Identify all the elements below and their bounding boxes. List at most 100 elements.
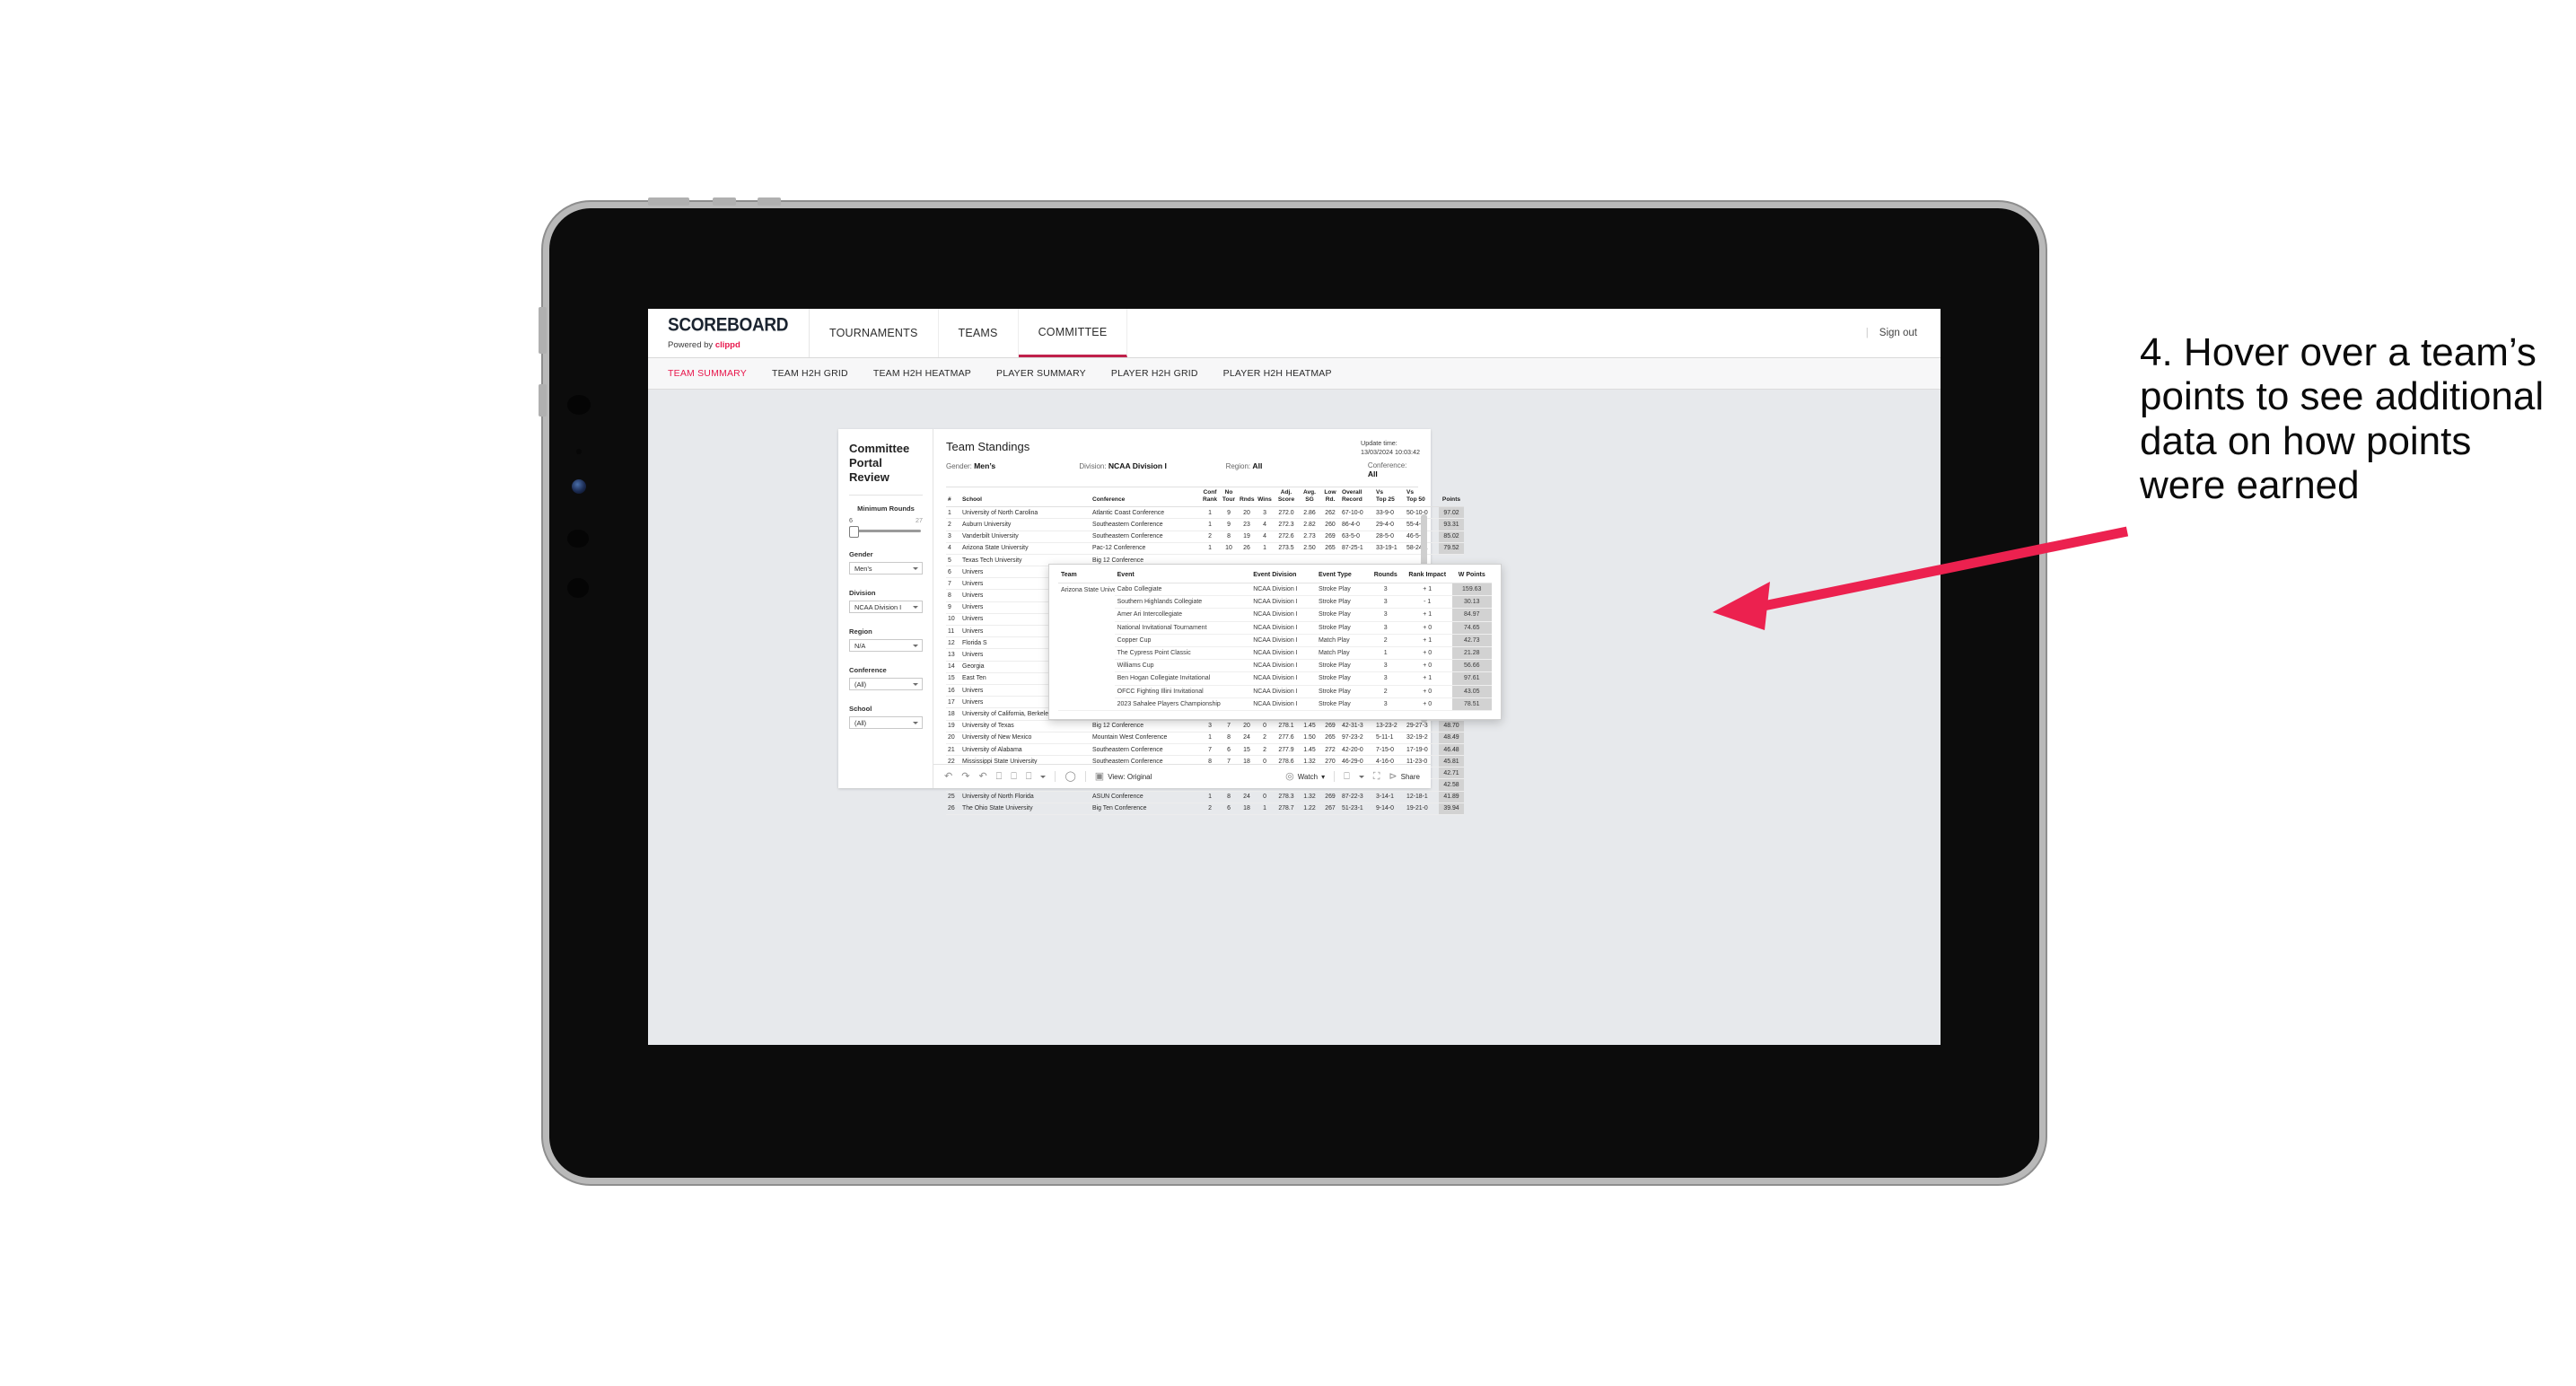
toolbar-divider-1 bbox=[1055, 771, 1056, 782]
standings-col-12[interactable]: Vs Top 50 bbox=[1405, 487, 1439, 508]
table-cell: Big Ten Conference bbox=[1091, 803, 1200, 816]
table-row[interactable]: 21 University of Alabama Southeastern Conf… bbox=[946, 743, 1464, 757]
standings-col-6[interactable]: Wins bbox=[1256, 487, 1274, 508]
device-volume-up-button bbox=[539, 307, 547, 354]
table-cell: 278.3 bbox=[1274, 791, 1299, 803]
table-cell: 1.22 bbox=[1299, 803, 1320, 816]
table-row[interactable]: 3 Vanderbilt University Southeastern Confe… bbox=[946, 531, 1464, 543]
table-cell: 11 bbox=[946, 625, 960, 638]
refresh-icon[interactable]: ⎕ bbox=[996, 771, 1003, 782]
minimum-rounds-slider[interactable] bbox=[849, 526, 923, 539]
table-cell: 260 bbox=[1320, 518, 1340, 531]
nav-tab-teams[interactable]: TEAMS bbox=[939, 309, 1019, 357]
undo-icon[interactable]: ↶ bbox=[944, 771, 952, 782]
tooltip-team-name: Arizona State University bbox=[1058, 583, 1115, 711]
standings-col-7[interactable]: Adj. Score bbox=[1274, 487, 1299, 508]
visualization-panel: Committee Portal Review Minimum Rounds 6… bbox=[838, 429, 1502, 816]
sub-tab-team-summary[interactable]: TEAM SUMMARY bbox=[668, 368, 747, 379]
view-original-button[interactable]: ▣ View: Original bbox=[1095, 771, 1152, 782]
table-row[interactable]: 19 University of Texas Big 12 Conference 3 7… bbox=[946, 720, 1464, 732]
breadcrumb-gender-label: Gender: bbox=[946, 462, 972, 470]
tooltip-cell: Stroke Play bbox=[1315, 697, 1369, 711]
table-row[interactable]: 20 University of New Mexico Mountain West … bbox=[946, 732, 1464, 744]
tooltip-cell: NCAA Division I bbox=[1250, 634, 1316, 647]
table-cell: 278.1 bbox=[1274, 720, 1299, 732]
tooltip-cell: NCAA Division I bbox=[1250, 671, 1316, 686]
table-cell: 277.9 bbox=[1274, 743, 1299, 757]
table-row[interactable]: 4 Arizona State University Pac-12 Conferen… bbox=[946, 542, 1464, 555]
pause-icon[interactable]: ⎕ bbox=[1011, 771, 1017, 782]
brand-logo[interactable]: SCOREBOARD Powered by clippd bbox=[648, 309, 810, 357]
sensor-dot-icon bbox=[576, 449, 582, 454]
filter-division-select[interactable]: NCAA Division I bbox=[849, 601, 923, 614]
table-row[interactable]: 1 University of North Carolina Atlantic Co… bbox=[946, 506, 1464, 520]
tooltip-cell: Stroke Play bbox=[1315, 583, 1369, 597]
slider-handle[interactable] bbox=[849, 526, 859, 539]
table-cell: 19 bbox=[1238, 531, 1256, 543]
workbook-canvas: Committee Portal Review Minimum Rounds 6… bbox=[648, 390, 1941, 1045]
sub-tab-player-summary[interactable]: PLAYER SUMMARY bbox=[996, 368, 1086, 379]
standings-col-9[interactable]: Low Rd. bbox=[1320, 487, 1340, 508]
standings-col-11[interactable]: Vs Top 25 bbox=[1374, 487, 1405, 508]
standings-col-4[interactable]: No Tour bbox=[1220, 487, 1238, 508]
nav-tab-tournaments[interactable]: TOURNAMENTS bbox=[810, 309, 939, 357]
standings-col-10[interactable]: Overall Record bbox=[1340, 487, 1374, 508]
viz-toolbar: ↶ ↷ ↶ ⎕ ⎕ ⎕ ◯ ▣ View: Original ◎ Watch ▾… bbox=[933, 764, 1431, 788]
sub-tab-player-h2h-grid[interactable]: PLAYER H2H GRID bbox=[1111, 368, 1198, 379]
filter-conference-select[interactable]: (All) bbox=[849, 678, 923, 691]
table-row[interactable]: 2 Auburn University Southeastern Conferenc… bbox=[946, 518, 1464, 531]
fullscreen-icon[interactable]: ⛶ bbox=[1373, 771, 1380, 782]
table-cell: 2.82 bbox=[1299, 518, 1320, 531]
share-button[interactable]: ⊳ Share bbox=[1389, 771, 1420, 782]
view-original-label: View: Original bbox=[1108, 772, 1152, 781]
sub-tab-team-h2h-heatmap[interactable]: TEAM H2H HEATMAP bbox=[873, 368, 971, 379]
sub-tab-player-h2h-heatmap[interactable]: PLAYER H2H HEATMAP bbox=[1223, 368, 1332, 379]
table-cell: Pac-12 Conference bbox=[1091, 542, 1200, 555]
filter-gender-select[interactable]: Men’s bbox=[849, 562, 923, 575]
tooltip-cell: 2 bbox=[1368, 685, 1403, 698]
table-row[interactable]: 26 The Ohio State University Big Ten Confe… bbox=[946, 803, 1464, 816]
download-icon[interactable]: ⎕ bbox=[1344, 771, 1350, 782]
tooltip-cell: - 1 bbox=[1402, 595, 1452, 610]
breadcrumb-region: Region: All bbox=[1226, 461, 1368, 478]
watch-button[interactable]: ◎ Watch ▾ bbox=[1285, 770, 1325, 782]
table-cell: 9 bbox=[1220, 518, 1238, 531]
tooltip-cell: 21.28 bbox=[1451, 646, 1492, 661]
filter-region-select[interactable]: N/A bbox=[849, 639, 923, 653]
tooltip-cell: + 0 bbox=[1402, 646, 1452, 661]
table-cell: The Ohio State University bbox=[960, 803, 1091, 816]
sign-out-link[interactable]: Sign out bbox=[1879, 328, 1917, 338]
table-row[interactable]: 25 University of North Florida ASUN Confer… bbox=[946, 791, 1464, 803]
table-cell: 2 bbox=[946, 518, 960, 531]
revert-icon[interactable]: ↶ bbox=[978, 771, 986, 782]
standings-col-8[interactable]: Avg. SG bbox=[1299, 487, 1320, 508]
standings-col-2[interactable]: Conference bbox=[1091, 487, 1200, 508]
nav-tab-committee[interactable]: COMMITTEE bbox=[1018, 309, 1128, 357]
watch-icon: ◎ bbox=[1285, 770, 1294, 782]
table-cell: 8 bbox=[1220, 531, 1238, 543]
standings-col-0[interactable]: # bbox=[946, 487, 960, 508]
standings-col-3[interactable]: Conf Rank bbox=[1200, 487, 1220, 508]
standings-col-13[interactable]: Points bbox=[1439, 487, 1464, 508]
table-cell: 6 bbox=[1220, 743, 1238, 757]
sub-tab-team-h2h-grid[interactable]: TEAM H2H GRID bbox=[772, 368, 848, 379]
table-cell: 3-14-1 bbox=[1374, 791, 1405, 803]
standings-col-1[interactable]: School bbox=[960, 487, 1091, 508]
filter-school-select[interactable]: (All) bbox=[849, 716, 923, 730]
tooltip-cell: 84.97 bbox=[1451, 608, 1492, 622]
download-caret-icon[interactable] bbox=[1358, 775, 1364, 778]
tooltip-cell: 3 bbox=[1368, 583, 1403, 597]
device-icon[interactable]: ⎕ bbox=[1026, 771, 1032, 782]
table-cell: 3 bbox=[1200, 720, 1220, 732]
device-caret-icon[interactable] bbox=[1040, 775, 1047, 778]
table-cell: 42.58 bbox=[1439, 778, 1464, 792]
redo-icon[interactable]: ↷ bbox=[961, 771, 969, 782]
standings-col-5[interactable]: Rnds bbox=[1238, 487, 1256, 508]
table-cell: 0 bbox=[1256, 720, 1274, 732]
clock-icon[interactable]: ◯ bbox=[1065, 771, 1075, 782]
breadcrumb-gender-value: Men’s bbox=[974, 461, 996, 470]
table-cell: 8 bbox=[1220, 791, 1238, 803]
table-cell: University of Alabama bbox=[960, 743, 1091, 757]
table-cell: 8 bbox=[946, 589, 960, 602]
tooltip-cell: Stroke Play bbox=[1315, 621, 1369, 635]
